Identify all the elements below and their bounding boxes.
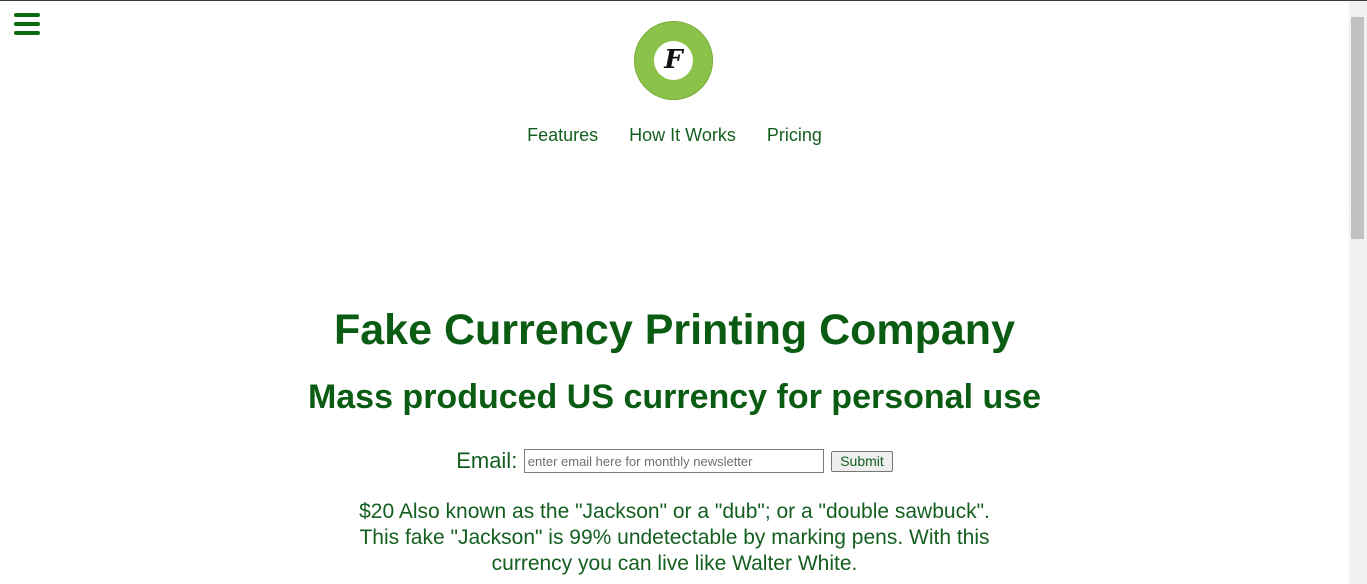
email-input[interactable] [523,449,824,473]
page-scrollbar[interactable] [1349,1,1367,584]
newsletter-form: Email: Submit [0,448,1349,474]
email-label: Email: [456,448,518,473]
nav-link-pricing[interactable]: Pricing [767,125,822,145]
hamburger-menu-icon[interactable] [14,13,40,35]
hamburger-bar [14,22,40,26]
nav-link-how-it-works[interactable]: How It Works [629,125,736,145]
logo-letter: F [654,41,693,80]
nav-link-features[interactable]: Features [527,125,598,145]
site-header: F Features How It Works Pricing [0,1,1349,209]
hamburger-bar [14,31,40,35]
scrollbar-thumb[interactable] [1351,17,1364,239]
submit-button[interactable]: Submit [831,450,893,472]
page-subtitle: Mass produced US currency for personal u… [307,378,1042,416]
hamburger-bar [14,13,40,17]
product-description: $20 Also known as the "Jackson" or a "du… [359,500,990,575]
company-logo: F [634,21,713,100]
hero-section: Fake Currency Printing Company Mass prod… [0,296,1349,425]
page-title: Fake Currency Printing Company [334,306,1015,354]
main-nav: Features How It Works Pricing [0,125,1349,146]
